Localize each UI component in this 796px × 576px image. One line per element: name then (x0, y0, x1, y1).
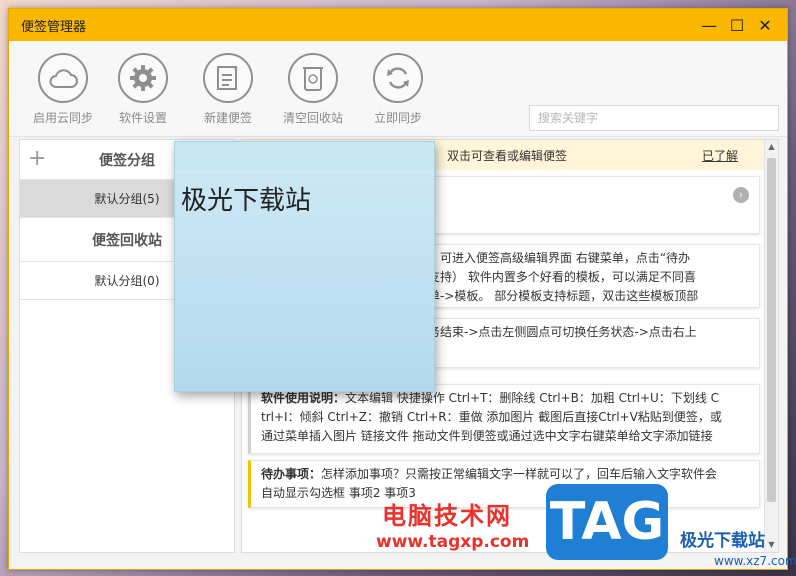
watermark-tag-logo: TAG (546, 484, 668, 560)
note-text: 怎样添加事项？只需按正常编辑文字一样就可以了，回车后输入文字软件会 (321, 467, 718, 481)
add-group-icon[interactable]: + (28, 148, 46, 170)
new-note-label: 新建便签 (203, 111, 252, 125)
settings-button[interactable]: 软件设置 (107, 53, 179, 126)
note-title: 软件使用说明： (261, 391, 346, 405)
window-controls: — ☐ ✕ (695, 11, 779, 39)
window-title: 便签管理器 (21, 19, 87, 35)
scroll-up-icon[interactable]: ▲ (765, 140, 778, 154)
svg-text:*: * (233, 65, 238, 76)
new-note-icon: * (203, 53, 253, 103)
enable-cloud-sync-label: 启用云同步 (32, 111, 93, 125)
note-line: 通过菜单插入图片 链接文件 拖动文件到便签或通过选中文字右键菜单给文字添加链接 (261, 429, 713, 443)
empty-recycle-bin-label: 清空回收站 (282, 111, 343, 125)
title-bar: 便签管理器 — ☐ ✕ (9, 9, 787, 41)
search-input[interactable] (529, 105, 779, 131)
watermark-download-site: 极光下载站 (680, 531, 765, 551)
watermark-site-url: www.tagxp.com (376, 532, 530, 552)
watermark-download-url: www.xz7.com (714, 554, 796, 568)
note-line: trl+I：倾斜 Ctrl+Z：撤销 Ctrl+R：重做 添加图片 截图后直接C… (261, 410, 722, 424)
toolbar: 启用云同步 软件设置 * 新建便签 清空回收站 立即同步 搜索关键字 (9, 41, 787, 137)
sync-now-label: 立即同步 (373, 111, 422, 125)
note-line: 任务结束->点击左侧圆点可切换任务状态->点击右上 (416, 325, 697, 339)
sync-now-button[interactable]: 立即同步 (362, 53, 434, 126)
note-card[interactable]: 软件使用说明：文本编辑 快捷操作 Ctrl+T：删除线 Ctrl+B：加粗 Ct… (248, 384, 760, 454)
hint-text: 双击可查看或编辑便签 (447, 148, 568, 163)
new-note-button[interactable]: * 新建便签 (192, 53, 264, 126)
note-line: 不支持） 软件内置多个好看的模板，可以满足不同喜 (416, 270, 696, 284)
note-title: 待办事项： (261, 467, 322, 481)
scroll-down-icon[interactable]: ▼ (765, 538, 778, 552)
sync-icon (373, 53, 423, 103)
note-line: 签，可进入便签高级编辑界面 右键菜单，点击“待办 (416, 251, 691, 265)
chevron-right-icon[interactable]: › (733, 187, 749, 203)
gear-icon (118, 53, 168, 103)
empty-recycle-bin-button[interactable]: 清空回收站 (277, 53, 349, 126)
recycle-bin-icon (288, 53, 338, 103)
scrollbar-thumb[interactable] (767, 158, 776, 502)
vertical-scrollbar[interactable]: ▲ ▼ (764, 140, 778, 552)
note-line: 待办事项：怎样添加事项？只需按正常编辑文字一样就可以了，回车后输入文字软件会 (261, 465, 749, 484)
sticky-note-text[interactable]: 极光下载站 (181, 180, 311, 217)
sticky-note-header[interactable] (175, 142, 434, 170)
minimize-button[interactable]: — (695, 11, 723, 39)
cloud-icon (38, 53, 88, 103)
watermark-site-name: 电脑技术网 (382, 502, 512, 530)
sticky-note-popup[interactable]: 极光下载站 (174, 141, 435, 392)
note-line: 菜单->模板。 部分模板支持标题，双击这些模板顶部 (416, 289, 699, 303)
maximize-button[interactable]: ☐ (723, 11, 751, 39)
enable-cloud-sync-button[interactable]: 启用云同步 (27, 53, 99, 126)
settings-label: 软件设置 (118, 111, 167, 125)
note-text: 文本编辑 快捷操作 Ctrl+T：删除线 Ctrl+B：加粗 Ctrl+U：下划… (345, 391, 720, 405)
acknowledge-link[interactable]: 已了解 (702, 147, 738, 164)
close-button[interactable]: ✕ (751, 11, 779, 39)
